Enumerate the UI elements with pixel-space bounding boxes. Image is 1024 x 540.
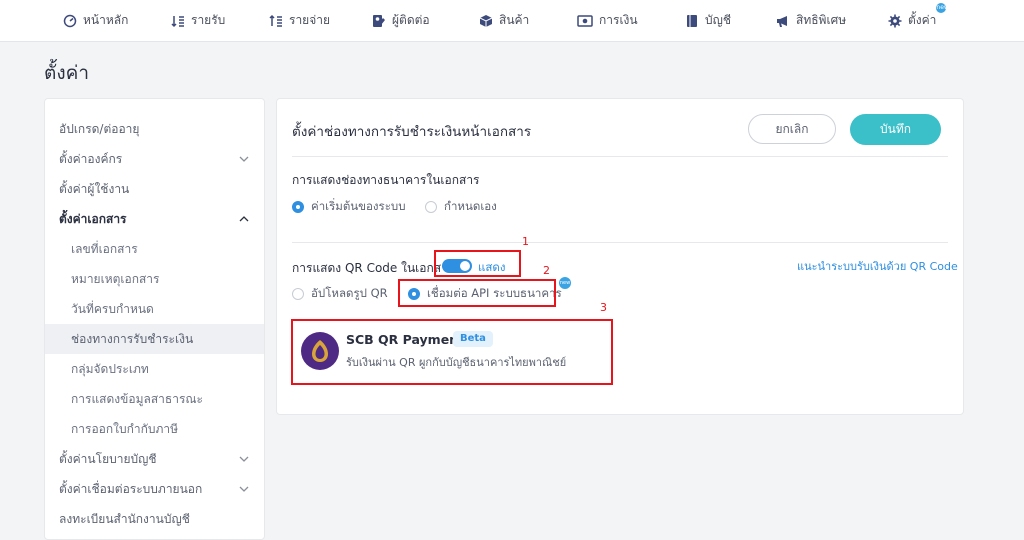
product-box-icon [479,14,493,28]
sidebar-item-label: การออกใบกำกับภาษี [71,421,179,436]
megaphone-icon [776,14,790,28]
divider [292,156,948,157]
nav-label: รายจ่าย [289,13,331,27]
sidebar-item-label: ลงทะเบียนสำนักงานบัญชี [59,511,190,526]
chevron-down-icon [238,483,250,495]
new-badge: new [559,277,571,289]
nav-item-home[interactable]: หน้าหลัก [63,0,128,41]
sidebar-item-label: ตั้งค่านโยบายบัญชี [59,451,157,466]
radio-dot [425,201,437,213]
nav-item-contacts[interactable]: ผู้ติดต่อ [372,0,430,41]
income-icon [171,14,185,28]
chevron-down-icon [238,453,250,465]
nav-label: สินค้า [499,13,530,27]
settings-sidebar: อัปเกรด/ต่ออายุ ตั้งค่าองค์กร ตั้งค่าผู้… [44,98,265,540]
nav-item-expense[interactable]: รายจ่าย [269,0,330,41]
sidebar-item-upgrade[interactable]: อัปเกรด/ต่ออายุ [45,114,264,144]
money-icon [577,14,593,28]
sidebar-item-users[interactable]: ตั้งค่าผู้ใช้งาน [45,174,264,204]
annotation-number: 1 [522,235,529,248]
new-badge: new [936,3,949,13]
sidebar-item-label: ตั้งค่าผู้ใช้งาน [59,181,130,196]
sidebar-item-label: ตั้งค่าเอกสาร [59,211,127,226]
nav-label: ผู้ติดต่อ [392,13,430,27]
sidebar-item-label: ช่องทางการรับชำระเงิน [71,331,194,346]
radio-label: ค่าเริ่มต้นของระบบ [311,199,406,213]
nav-label: ตั้งค่า [908,13,937,27]
radio-upload-qr[interactable]: อัปโหลดรูป QR [292,285,388,303]
sidebar-item-register-accounting-firm[interactable]: ลงทะเบียนสำนักงานบัญชี [45,504,264,534]
annotation-number: 2 [543,264,550,277]
qr-section-label: การแสดง QR Code ในเอกสาร [292,261,455,275]
sidebar-item-document-number[interactable]: เลขที่เอกสาร [45,234,264,264]
contacts-icon [372,14,386,28]
nav-label: บัญชี [705,13,731,27]
radio-label: กำหนดเอง [444,199,497,213]
nav-label: รายรับ [191,13,226,27]
sidebar-item-label: หมายเหตุเอกสาร [71,271,160,286]
chevron-down-icon [238,153,250,165]
nav-item-privileges[interactable]: สิทธิพิเศษ [776,0,846,41]
sidebar-item-accounting-policy[interactable]: ตั้งค่านโยบายบัญชี [45,444,264,474]
gear-icon [888,14,902,28]
radio-label: อัปโหลดรูป QR [311,286,388,300]
radio-dot-selected [292,201,304,213]
nav-label: การเงิน [599,13,638,27]
annotation-box-1 [434,250,521,277]
annotation-box-2 [398,279,556,307]
radio-dot [292,288,304,300]
sidebar-item-due-date[interactable]: วันที่ครบกำหนด [45,294,264,324]
top-navbar: หน้าหลัก รายรับ รายจ่าย ผู้ติดต่อ สินค้า… [0,0,1024,42]
sidebar-item-payment-channels[interactable]: ช่องทางการรับชำระเงิน [45,324,264,354]
sidebar-item-label: อัปเกรด/ต่ออายุ [59,121,140,136]
sidebar-item-public-info[interactable]: การแสดงข้อมูลสาธารณะ [45,384,264,414]
sidebar-item-tax-invoice[interactable]: การออกใบกำกับภาษี [45,414,264,444]
annotation-number: 3 [600,301,607,314]
cancel-button[interactable]: ยกเลิก [748,114,836,144]
sidebar-item-organization[interactable]: ตั้งค่าองค์กร [45,144,264,174]
divider [292,242,948,243]
nav-label: หน้าหลัก [83,13,129,27]
sidebar-item-documents[interactable]: ตั้งค่าเอกสาร [45,204,264,234]
sidebar-item-label: วันที่ครบกำหนด [71,301,154,316]
nav-item-settings[interactable]: ตั้งค่า new [888,0,949,41]
sidebar-item-document-notes[interactable]: หมายเหตุเอกสาร [45,264,264,294]
chevron-up-icon [238,213,250,225]
panel-title: ตั้งค่าช่องทางการรับชำระเงินหน้าเอกสาร [292,124,532,140]
radio-system-default[interactable]: ค่าเริ่มต้นของระบบ [292,198,406,216]
bank-section-label: การแสดงช่องทางธนาคารในเอกสาร [292,173,480,187]
sidebar-item-label: ตั้งค่าเชื่อมต่อระบบภายนอก [59,481,203,496]
nav-item-income[interactable]: รายรับ [171,0,225,41]
page-title: ตั้งค่า [44,62,89,84]
sidebar-item-label: ตั้งค่าองค์กร [59,151,123,166]
nav-item-product[interactable]: สินค้า [479,0,529,41]
sidebar-item-label: เลขที่เอกสาร [71,241,138,256]
sidebar-item-classification-groups[interactable]: กลุ่มจัดประเภท [45,354,264,384]
annotation-box-3 [291,319,613,385]
sidebar-item-external-integrations[interactable]: ตั้งค่าเชื่อมต่อระบบภายนอก [45,474,264,504]
sidebar-item-label: กลุ่มจัดประเภท [71,361,149,376]
save-button[interactable]: บันทึก [850,114,941,145]
qr-guide-link[interactable]: แนะนำระบบรับเงินด้วย QR Code [797,257,958,275]
sidebar-item-label: การแสดงข้อมูลสาธารณะ [71,391,203,406]
nav-item-accounting[interactable]: บัญชี [685,0,731,41]
expense-icon [269,14,283,28]
radio-custom[interactable]: กำหนดเอง [425,198,497,216]
nav-label: สิทธิพิเศษ [796,13,847,27]
nav-item-finance[interactable]: การเงิน [577,0,638,41]
ledger-book-icon [685,14,699,28]
dashboard-icon [63,14,77,28]
